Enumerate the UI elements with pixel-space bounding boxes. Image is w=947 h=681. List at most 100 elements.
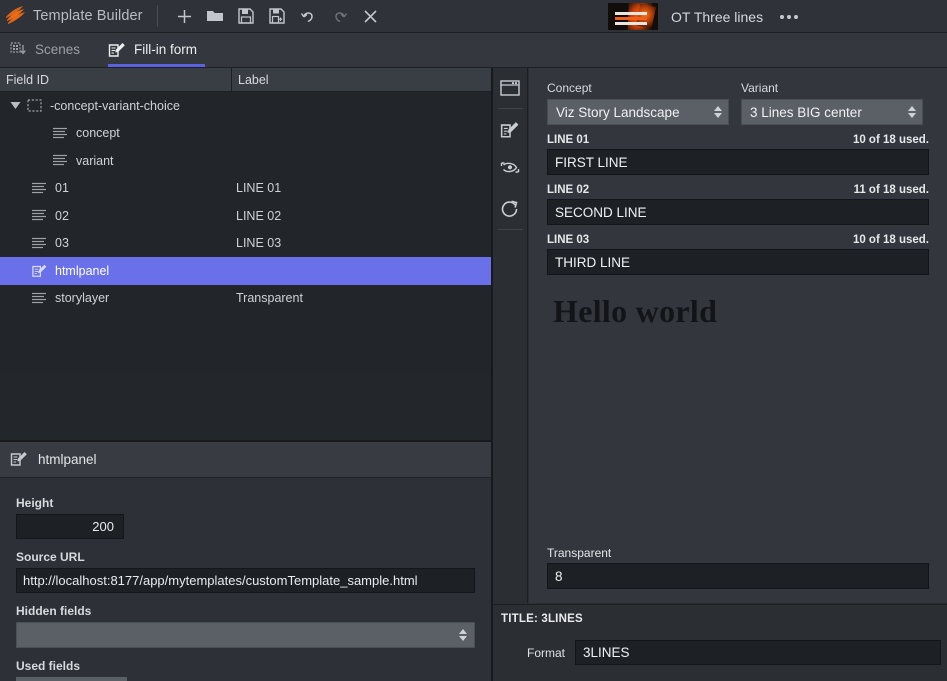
format-input[interactable]: 3LINES [575, 640, 941, 665]
tree-field-id: -concept-variant-choice [50, 98, 180, 113]
transparent-input[interactable]: 8 [547, 563, 929, 589]
toolbar-divider [156, 5, 158, 27]
tree-label: LINE 02 [236, 208, 282, 223]
table-row-selected[interactable]: htmlpanel [0, 257, 493, 285]
fill-in-form-icon [108, 41, 126, 58]
table-row[interactable]: 03 LINE 03 [0, 230, 493, 258]
tab-fill-in-form[interactable]: Fill-in form [98, 32, 215, 67]
fill-in-form-panel: Concept Viz Story Landscape Variant 3 Li… [529, 68, 947, 603]
undo-button[interactable] [294, 2, 323, 31]
tab-scenes[interactable]: Scenes [0, 32, 98, 67]
table-row[interactable]: -concept-variant-choice [0, 92, 493, 120]
line-02-input[interactable]: SECOND LINE [547, 199, 929, 225]
new-button[interactable] [170, 2, 199, 31]
table-row[interactable]: 01 LINE 01 [0, 175, 493, 203]
line-01-counter: 10 of 18 used. [852, 134, 929, 146]
concept-label: Concept [547, 81, 592, 95]
properties-title: htmlpanel [38, 452, 97, 467]
left-column: Field ID Label -concept-variant-choice c… [0, 67, 493, 681]
group-dashed-icon [24, 99, 44, 112]
spinner-arrows-icon [714, 106, 722, 118]
format-row: Format 3LINES [493, 640, 947, 665]
text-lines-icon [50, 127, 70, 140]
preview-eye-icon[interactable] [493, 149, 528, 189]
spinner-arrows-icon [459, 629, 467, 641]
line-field-03: LINE 03 10 of 18 used. THIRD LINE [547, 234, 929, 275]
title-section: TITLE: 3LINES Format 3LINES [493, 604, 947, 681]
variant-value: 3 Lines BIG center [750, 104, 862, 120]
tree-field-id: concept [76, 126, 120, 141]
concept-select[interactable]: Viz Story Landscape [547, 99, 729, 125]
line-02-label: LINE 02 [547, 184, 590, 196]
html-panel-icon [10, 450, 28, 470]
save-as-button[interactable] [263, 2, 292, 31]
transparent-label: Transparent [547, 546, 612, 560]
text-lines-icon [29, 292, 49, 305]
variant-label: Variant [741, 81, 779, 95]
transparent-field: Transparent 8 [547, 546, 929, 589]
format-label: Format [526, 645, 565, 660]
column-header-field-id[interactable]: Field ID [0, 67, 232, 92]
used-fields-button[interactable]: Table: 0 × 2 [16, 677, 127, 681]
table-row[interactable]: concept [0, 120, 493, 148]
document-indicator: OT Three lines [608, 0, 801, 33]
tree-label: LINE 01 [236, 181, 282, 196]
more-dots-icon[interactable] [777, 9, 801, 25]
expand-triangle-icon[interactable] [6, 101, 24, 110]
text-lines-icon [29, 182, 49, 195]
app-title: Template Builder [33, 8, 143, 24]
window-panel-icon[interactable] [493, 68, 528, 108]
column-header-label[interactable]: Label [232, 68, 493, 92]
tree-field-id: 03 [55, 236, 69, 251]
tree-label: Transparent [236, 291, 303, 306]
text-lines-icon [29, 237, 49, 250]
html-panel-preview-text: Hello world [553, 293, 718, 329]
side-rail-toolbar [493, 68, 528, 603]
tree-header: Field ID Label [0, 67, 493, 92]
height-input[interactable]: 200 [16, 514, 124, 539]
right-column: Concept Viz Story Landscape Variant 3 Li… [493, 68, 947, 681]
properties-body: Height 200 Source URL http://localhost:8… [0, 478, 493, 681]
table-row[interactable]: variant [0, 147, 493, 175]
tree-field-id: storylayer [55, 291, 110, 306]
redo-button[interactable] [325, 2, 354, 31]
source-url-label: Source URL [16, 550, 85, 564]
properties-header: htmlpanel [0, 442, 493, 478]
variant-select[interactable]: 3 Lines BIG center [741, 99, 923, 125]
line-03-input[interactable]: THIRD LINE [547, 249, 929, 275]
open-button[interactable] [201, 2, 230, 31]
vizrt-flame-logo-icon [0, 0, 32, 33]
source-url-input[interactable]: http://localhost:8177/app/mytemplates/cu… [16, 568, 475, 593]
tree-field-id: 02 [55, 208, 69, 223]
hidden-fields-select[interactable] [16, 622, 475, 648]
scenes-icon [10, 41, 27, 58]
scene-thumbnail [608, 3, 658, 30]
line-03-counter: 10 of 18 used. [852, 234, 929, 246]
text-lines-icon [50, 154, 70, 167]
concept-value: Viz Story Landscape [556, 104, 680, 120]
close-button[interactable] [356, 2, 385, 31]
title-bar: Template Builder OT Three lines [0, 0, 947, 33]
line-01-label: LINE 01 [547, 134, 590, 146]
toolbar [170, 2, 385, 31]
concept-variant-row: Concept Viz Story Landscape Variant 3 Li… [547, 81, 929, 125]
section-title: TITLE: 3LINES [501, 613, 583, 625]
field-tree: -concept-variant-choice concept variant [0, 92, 493, 372]
tab-scenes-label: Scenes [35, 42, 81, 57]
edit-pencil-icon[interactable] [493, 109, 528, 149]
height-label: Height [16, 496, 54, 510]
tree-label: LINE 03 [236, 236, 282, 251]
table-row[interactable]: 02 LINE 02 [0, 202, 493, 230]
line-field-02: LINE 02 11 of 18 used. SECOND LINE [547, 184, 929, 225]
save-button[interactable] [232, 2, 261, 31]
tree-field-id: variant [76, 153, 114, 168]
tab-fill-in-form-label: Fill-in form [134, 42, 198, 57]
line-03-label: LINE 03 [547, 234, 590, 246]
table-row[interactable]: storylayer Transparent [0, 285, 493, 313]
line-02-counter: 11 of 18 used. [853, 184, 929, 196]
properties-panel: htmlpanel Height 200 Source URL http://l… [0, 440, 493, 681]
line-01-input[interactable]: FIRST LINE [547, 149, 929, 175]
line-field-01: LINE 01 10 of 18 used. FIRST LINE [547, 134, 929, 175]
tab-bar: Scenes Fill-in form [0, 33, 947, 68]
refresh-icon[interactable] [493, 189, 528, 229]
